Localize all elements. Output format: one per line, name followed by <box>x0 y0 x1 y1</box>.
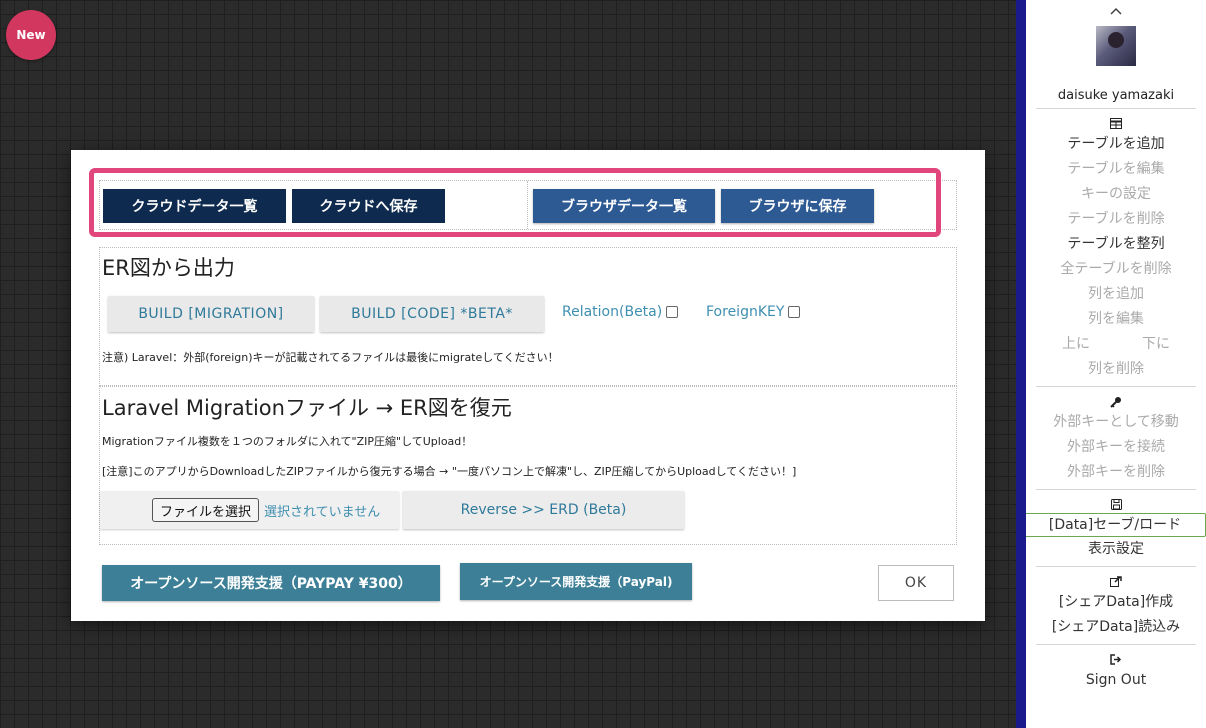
relation-checkbox-row[interactable]: Relation(Beta) <box>562 304 679 320</box>
file-status: 選択されていません <box>264 504 381 520</box>
share-icon <box>1026 576 1206 590</box>
avatar[interactable] <box>1096 26 1136 66</box>
display-settings-item[interactable]: 表示設定 <box>1026 537 1206 562</box>
foreign-key-checkbox-row[interactable]: ForeignKEY <box>706 304 801 320</box>
build-code-button[interactable]: BUILD [CODE] *BETA* <box>320 296 544 332</box>
new-badge[interactable]: New <box>6 10 56 60</box>
storage-panel: クラウドデータ一覧 クラウドへ保存 ブラウザデータ一覧 ブラウザに保存 <box>99 180 957 230</box>
sign-out-icon <box>1026 654 1206 668</box>
build-migration-button[interactable]: BUILD [MIGRATION] <box>108 296 314 332</box>
support-paypal-button[interactable]: オープンソース開発支援（PayPal) <box>460 563 692 600</box>
sidebar-stripe <box>1016 0 1026 728</box>
cloud-save-button[interactable]: クラウドへ保存 <box>292 189 445 223</box>
user-name: daisuke yamazaki <box>1057 88 1175 103</box>
move-down-item[interactable]: 下に <box>1142 332 1170 357</box>
add-table-item[interactable]: テーブルを追加 <box>1026 132 1206 157</box>
move-up-item[interactable]: 上に <box>1062 332 1090 357</box>
key-icon <box>1026 396 1206 410</box>
delete-all-tables-item[interactable]: 全テーブルを削除 <box>1026 257 1206 282</box>
browser-data-list-button[interactable]: ブラウザデータ一覧 <box>533 189 715 223</box>
table-menu-group: テーブルを追加 テーブルを編集 キーの設定 テーブルを削除 テーブルを整列 全テ… <box>1026 109 1206 386</box>
restore-section: Laravel Migrationファイル → ER図を復元 Migration… <box>99 386 957 545</box>
share-load-item[interactable]: [シェアData]読込み <box>1026 615 1206 640</box>
restore-section-title: Laravel Migrationファイル → ER図を復元 <box>102 396 512 420</box>
export-section-title: ER図から出力 <box>102 256 235 280</box>
panel-divider <box>527 181 528 229</box>
key-settings-item[interactable]: キーの設定 <box>1026 182 1206 207</box>
support-paypay-button[interactable]: オープンソース開発支援（PAYPAY ¥300） <box>102 565 440 601</box>
move-row: 上に 下に <box>1026 332 1206 357</box>
browser-save-button[interactable]: ブラウザに保存 <box>721 189 874 223</box>
account-menu-group: Sign Out <box>1026 645 1206 697</box>
export-section: ER図から出力 BUILD [MIGRATION] BUILD [CODE] *… <box>99 247 957 386</box>
foreign-key-label: ForeignKEY <box>706 304 785 320</box>
cloud-data-list-button[interactable]: クラウドデータ一覧 <box>103 189 286 223</box>
foreign-key-checkbox[interactable] <box>788 306 801 318</box>
add-column-item[interactable]: 列を追加 <box>1026 282 1206 307</box>
table-icon <box>1026 118 1206 132</box>
data-save-load-item[interactable]: [Data]セーブ/ロード <box>1026 513 1206 537</box>
restore-instruction: Migrationファイル複数を１つのフォルダに入れて"ZIP圧縮"してUplo… <box>102 435 473 448</box>
restore-note: [注意]このアプリからDownloadしたZIPファイルから復元する場合 → "… <box>102 465 797 478</box>
choose-file-button[interactable]: ファイルを選択 <box>152 498 260 522</box>
arrange-tables-item[interactable]: テーブルを整列 <box>1026 232 1206 257</box>
floppy-icon <box>1026 499 1206 513</box>
delete-column-item[interactable]: 列を削除 <box>1026 357 1206 382</box>
delete-table-item[interactable]: テーブルを削除 <box>1026 207 1206 232</box>
move-as-foreign-key-item[interactable]: 外部キーとして移動 <box>1026 410 1206 435</box>
export-modal: クラウドデータ一覧 クラウドへ保存 ブラウザデータ一覧 ブラウザに保存 ER図か… <box>71 150 985 621</box>
ok-button[interactable]: OK <box>878 565 954 601</box>
share-menu-group: [シェアData]作成 [シェアData]読込み <box>1026 567 1206 644</box>
edit-column-item[interactable]: 列を編集 <box>1026 307 1206 332</box>
data-menu-group: [Data]セーブ/ロード 表示設定 <box>1026 490 1206 566</box>
relation-checkbox[interactable] <box>666 306 679 318</box>
share-create-item[interactable]: [シェアData]作成 <box>1026 590 1206 615</box>
delete-foreign-key-item[interactable]: 外部キーを削除 <box>1026 460 1206 485</box>
key-menu-group: 外部キーとして移動 外部キーを接続 外部キーを削除 <box>1026 387 1206 489</box>
connect-foreign-key-item[interactable]: 外部キーを接続 <box>1026 435 1206 460</box>
export-note: 注意) Laravel：外部(foreign)キーが記載されてるファイルは最後に… <box>102 351 559 364</box>
sign-out-item[interactable]: Sign Out <box>1026 668 1206 693</box>
file-input-area: ファイルを選択 選択されていません <box>100 491 399 529</box>
chevron-up-icon[interactable] <box>1026 0 1206 22</box>
sidebar: daisuke yamazaki テーブルを追加 テーブルを編集 キーの設定 テ… <box>1026 0 1206 728</box>
reverse-erd-button[interactable]: Reverse >> ERD (Beta) <box>403 491 684 529</box>
edit-table-item[interactable]: テーブルを編集 <box>1026 157 1206 182</box>
relation-label: Relation(Beta) <box>562 304 663 320</box>
